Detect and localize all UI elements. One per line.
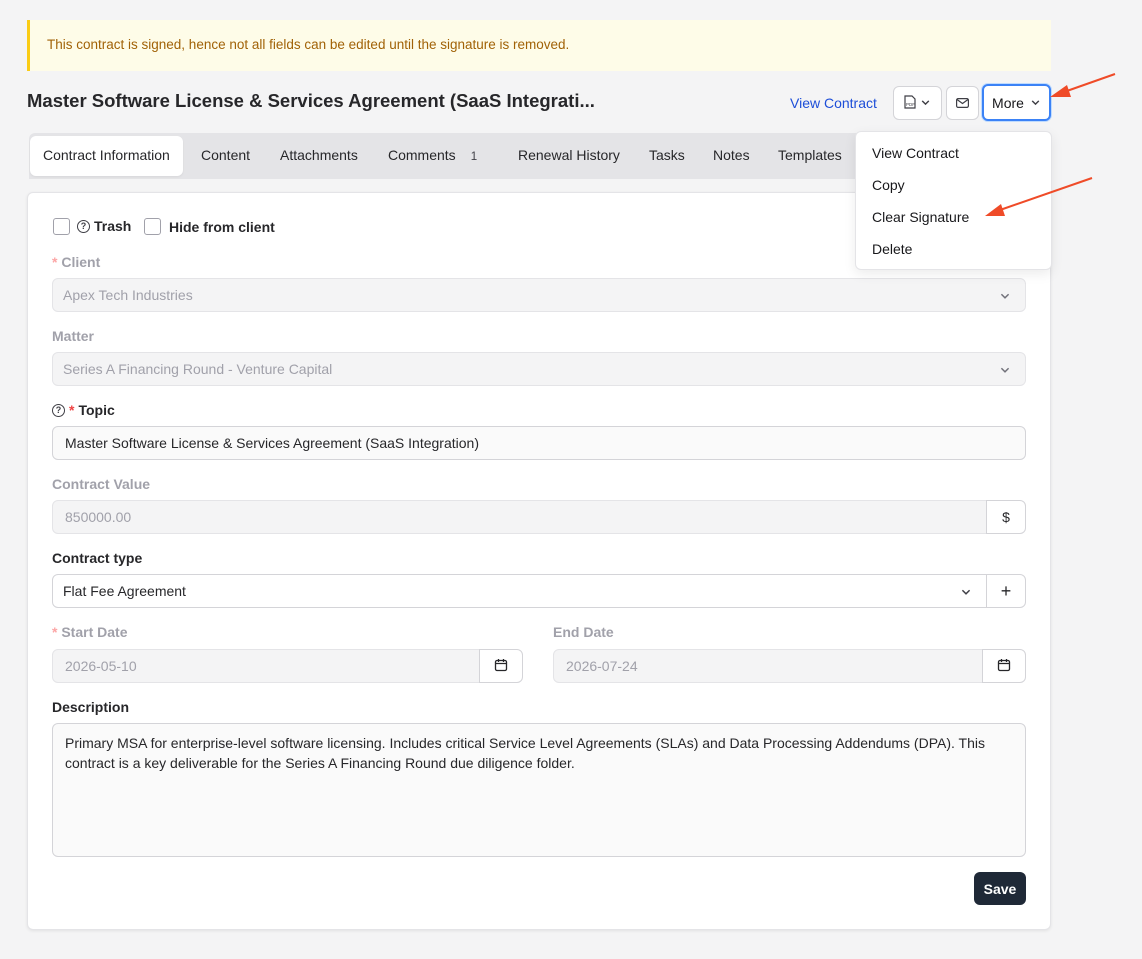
contract-type-select[interactable]: Flat Fee Agreement [52,574,987,608]
help-circle-icon: ? [52,403,65,417]
chevron-down-icon [960,585,972,601]
comments-count-badge: 1 [463,148,485,166]
tab-attachments[interactable]: Attachments [280,133,358,179]
end-date-input[interactable]: 2026-07-24 [553,649,983,683]
signed-alert-banner: This contract is signed, hence not all f… [27,20,1051,71]
topic-label: ? * Topic [52,402,115,418]
send-email-button[interactable] [946,86,979,120]
hide-from-client-checkbox[interactable] [144,218,161,235]
tab-renewal-history[interactable]: Renewal History [518,133,620,179]
description-label: Description [52,699,130,715]
calendar-icon [997,658,1011,675]
view-contract-link[interactable]: View Contract [790,95,877,111]
tab-bar: Contract Information Content Attachments… [29,133,859,179]
client-label-text: Client [61,254,101,270]
chevron-down-icon [920,95,931,111]
tab-contract-information[interactable]: Contract Information [30,136,183,176]
start-date-label-text: Start Date [61,624,128,640]
tab-content[interactable]: Content [201,133,250,179]
end-date-calendar-button[interactable] [982,649,1026,683]
more-button-label: More [992,94,1024,111]
pdf-icon: PDF [904,94,916,112]
client-select[interactable]: Apex Tech Industries [52,278,1026,312]
menu-item-view-contract[interactable]: View Contract [872,145,959,161]
trash-label: Trash [94,218,132,234]
arrow-annotation [1050,73,1116,97]
end-date-label: End Date [553,624,614,640]
matter-select[interactable]: Series A Financing Round - Venture Capit… [52,352,1026,386]
client-label: * Client [52,254,100,270]
save-button[interactable]: Save [974,872,1026,905]
start-date-label: * Start Date [52,624,127,640]
calendar-icon [494,658,508,675]
start-date-value: 2026-05-10 [65,658,137,674]
contract-value: 850000.00 [65,509,132,525]
trash-checkbox[interactable] [53,218,70,235]
end-date-value: 2026-07-24 [566,658,638,674]
menu-item-clear-signature[interactable]: Clear Signature [872,209,969,225]
contract-type-value: Flat Fee Agreement [63,583,186,599]
currency-addon: $ [986,500,1026,534]
mail-icon [956,95,970,111]
required-mark: * [52,254,58,270]
menu-item-copy[interactable]: Copy [872,177,905,193]
svg-text:PDF: PDF [906,102,915,107]
help-circle-icon: ? [77,219,90,233]
topic-value: Master Software License & Services Agree… [65,435,479,451]
description-textarea[interactable]: Primary MSA for enterprise-level softwar… [52,723,1026,857]
add-contract-type-button[interactable]: + [986,574,1026,608]
required-mark: * [69,402,75,418]
required-mark: * [52,624,58,640]
pdf-export-button[interactable]: PDF [893,86,942,120]
matter-label: Matter [52,328,95,344]
menu-item-delete[interactable]: Delete [872,241,912,257]
topic-input[interactable]: Master Software License & Services Agree… [52,426,1026,460]
tab-tasks[interactable]: Tasks [649,133,685,179]
hide-from-client-label: Hide from client [169,219,275,235]
start-date-input[interactable]: 2026-05-10 [52,649,480,683]
contract-form-card: ? Trash Hide from client * Client Apex T… [27,192,1051,930]
plus-icon: + [1000,580,1012,601]
contract-value-input[interactable]: 850000.00 [52,500,987,534]
topic-label-text: Topic [78,402,115,418]
matter-value: Series A Financing Round - Venture Capit… [63,361,333,377]
alert-text: This contract is signed, hence not all f… [47,37,570,52]
description-value: Primary MSA for enterprise-level softwar… [65,735,985,771]
chevron-down-icon [1030,95,1041,111]
chevron-down-icon [999,289,1011,305]
tab-comments[interactable]: Comments 1 [388,133,485,179]
contract-type-label: Contract type [52,550,143,566]
page-title: Master Software License & Services Agree… [27,90,595,111]
tab-notes[interactable]: Notes [713,133,750,179]
contract-value-label: Contract Value [52,476,151,492]
start-date-calendar-button[interactable] [479,649,523,683]
trash-label-group: ? Trash [77,218,131,234]
client-value: Apex Tech Industries [63,287,193,303]
more-dropdown-menu: View Contract Copy Clear Signature Delet… [855,131,1052,270]
tab-templates[interactable]: Templates [778,133,842,179]
chevron-down-icon [999,363,1011,379]
tab-comments-label: Comments [388,147,456,163]
more-button[interactable]: More [982,84,1051,121]
